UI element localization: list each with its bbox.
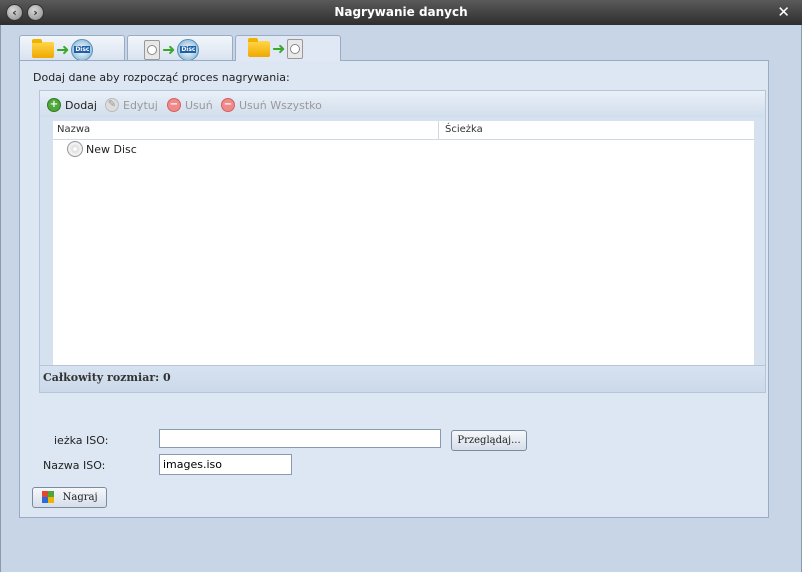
remove-icon: −	[221, 98, 235, 112]
table-header: Nazwa Ścieżka	[53, 121, 754, 140]
edit-label: Edytuj	[123, 98, 158, 112]
browse-button[interactable]: Przeglądaj...	[451, 430, 527, 451]
add-label: Dodaj	[65, 98, 97, 112]
column-divider[interactable]	[438, 121, 439, 139]
add-icon: +	[47, 98, 61, 112]
row-name: New Disc	[86, 142, 137, 156]
window-body: ➜ Disc ➜ Disc ➜ Dodaj dane aby rozpocząć…	[0, 25, 802, 572]
total-size: Całkowity rozmiar: 0	[43, 371, 171, 384]
folder-icon	[248, 38, 270, 57]
disc-icon: Disc	[71, 39, 94, 61]
burn-label: Nagraj	[62, 492, 98, 503]
edit-button[interactable]: ✎ Edytuj	[105, 98, 158, 112]
toolbar: + Dodaj ✎ Edytuj − Usuń − Usuń Wszystko	[40, 91, 765, 117]
arrow-right-icon: ➜	[272, 39, 286, 58]
close-icon[interactable]: ✕	[777, 3, 790, 21]
title-bar: ‹ › Nagrywanie danych ✕	[0, 0, 802, 25]
remove-icon: −	[167, 98, 181, 112]
data-table: Nazwa Ścieżka New Disc	[53, 121, 754, 366]
remove-label: Usuń	[185, 98, 213, 112]
remove-all-label: Usuń Wszystko	[239, 98, 322, 112]
column-header-name[interactable]: Nazwa	[57, 124, 90, 135]
burn-button[interactable]: Nagraj	[32, 487, 107, 508]
remove-button[interactable]: − Usuń	[167, 98, 213, 112]
tab-data-to-disc[interactable]: ➜ Disc	[19, 35, 125, 61]
table-row[interactable]: New Disc	[67, 141, 137, 157]
column-header-path[interactable]: Ścieżka	[445, 124, 483, 135]
iso-name-label: Nazwa ISO:	[43, 459, 106, 472]
burn-icon	[42, 490, 55, 503]
window-title: Nagrywanie danych	[334, 5, 468, 19]
table-footer: Całkowity rozmiar: 0	[40, 365, 765, 392]
disc-icon: Disc	[177, 39, 200, 61]
iso-path-label: ieżka ISO:	[54, 434, 109, 447]
main-panel: Dodaj dane aby rozpocząć proces nagrywan…	[19, 60, 769, 518]
tab-data-to-image[interactable]: ➜	[235, 35, 341, 61]
data-list-container: + Dodaj ✎ Edytuj − Usuń − Usuń Wszystko	[39, 90, 766, 393]
iso-path-input[interactable]	[159, 429, 441, 448]
arrow-right-icon: ➜	[56, 40, 70, 59]
image-file-icon	[287, 39, 304, 59]
tab-image-to-disc[interactable]: ➜ Disc	[127, 35, 233, 61]
folder-icon	[32, 39, 54, 58]
remove-all-button[interactable]: − Usuń Wszystko	[221, 98, 322, 112]
instruction-text: Dodaj dane aby rozpocząć proces nagrywan…	[33, 71, 290, 84]
add-button[interactable]: + Dodaj	[47, 98, 97, 112]
image-file-icon	[144, 40, 160, 60]
arrow-right-icon: ➜	[162, 40, 176, 59]
disc-icon	[67, 141, 83, 157]
iso-name-input[interactable]	[159, 454, 292, 475]
edit-icon: ✎	[105, 98, 119, 112]
